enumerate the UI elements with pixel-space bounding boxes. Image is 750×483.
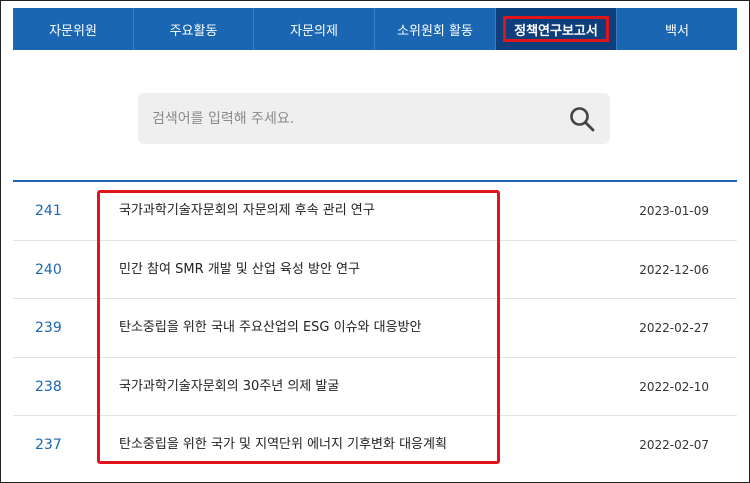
search-button[interactable] <box>568 105 596 133</box>
report-title[interactable]: 국가과학기술자문회의 자문의제 후속 관리 연구 <box>119 182 375 240</box>
top-nav: 자문위원 주요활동 자문의제 소위원회 활동 정책연구보고서 백서 <box>13 8 737 50</box>
nav-item-label: 자문의제 <box>290 23 338 39</box>
search-bar <box>138 93 610 144</box>
report-title[interactable]: 민간 참여 SMR 개발 및 산업 육성 방안 연구 <box>119 241 360 299</box>
report-number: 239 <box>35 320 62 337</box>
report-title[interactable]: 탄소중립을 위한 국내 주요산업의 ESG 이슈와 대응방안 <box>119 299 422 357</box>
nav-item-agenda[interactable]: 자문의제 <box>254 8 375 50</box>
nav-item-advisors[interactable]: 자문위원 <box>13 8 134 50</box>
nav-item-label: 소위원회 활동 <box>397 23 473 39</box>
search-icon <box>570 107 595 132</box>
list-item[interactable]: 241 국가과학기술자문회의 자문의제 후속 관리 연구 2023-01-09 <box>13 182 737 241</box>
list-item[interactable]: 237 탄소중립을 위한 국가 및 지역단위 에너지 기후변화 대응계획 202… <box>13 416 737 475</box>
nav-item-policy-reports[interactable]: 정책연구보고서 <box>496 8 617 50</box>
report-date: 2023-01-09 <box>639 204 709 218</box>
report-number: 237 <box>35 437 62 454</box>
report-list: 241 국가과학기술자문회의 자문의제 후속 관리 연구 2023-01-09 … <box>13 180 737 475</box>
nav-item-activities[interactable]: 주요활동 <box>134 8 254 50</box>
list-item[interactable]: 240 민간 참여 SMR 개발 및 산업 육성 방안 연구 2022-12-0… <box>13 241 737 300</box>
list-item[interactable]: 238 국가과학기술자문회의 30주년 의제 발굴 2022-02-10 <box>13 358 737 417</box>
search-input[interactable] <box>138 93 558 144</box>
report-number: 238 <box>35 378 62 395</box>
nav-item-label: 주요활동 <box>169 23 218 39</box>
report-date: 2022-02-27 <box>639 321 709 336</box>
report-title[interactable]: 국가과학기술자문회의 30주년 의제 발굴 <box>119 358 339 416</box>
nav-item-whitepaper[interactable]: 백서 <box>617 8 737 50</box>
list-item[interactable]: 239 탄소중립을 위한 국내 주요산업의 ESG 이슈와 대응방안 2022-… <box>13 299 737 358</box>
report-title[interactable]: 탄소중립을 위한 국가 및 지역단위 에너지 기후변화 대응계획 <box>119 416 447 474</box>
report-date: 2022-02-07 <box>639 438 709 453</box>
report-number: 241 <box>35 203 62 219</box>
nav-item-label: 자문위원 <box>49 23 97 39</box>
nav-item-label: 정책연구보고서 <box>514 23 598 39</box>
report-date: 2022-12-06 <box>639 262 709 277</box>
report-date: 2022-02-10 <box>639 379 709 394</box>
report-number: 240 <box>35 261 62 278</box>
nav-item-label: 백서 <box>665 23 689 39</box>
nav-item-subcommittee[interactable]: 소위원회 활동 <box>375 8 496 50</box>
